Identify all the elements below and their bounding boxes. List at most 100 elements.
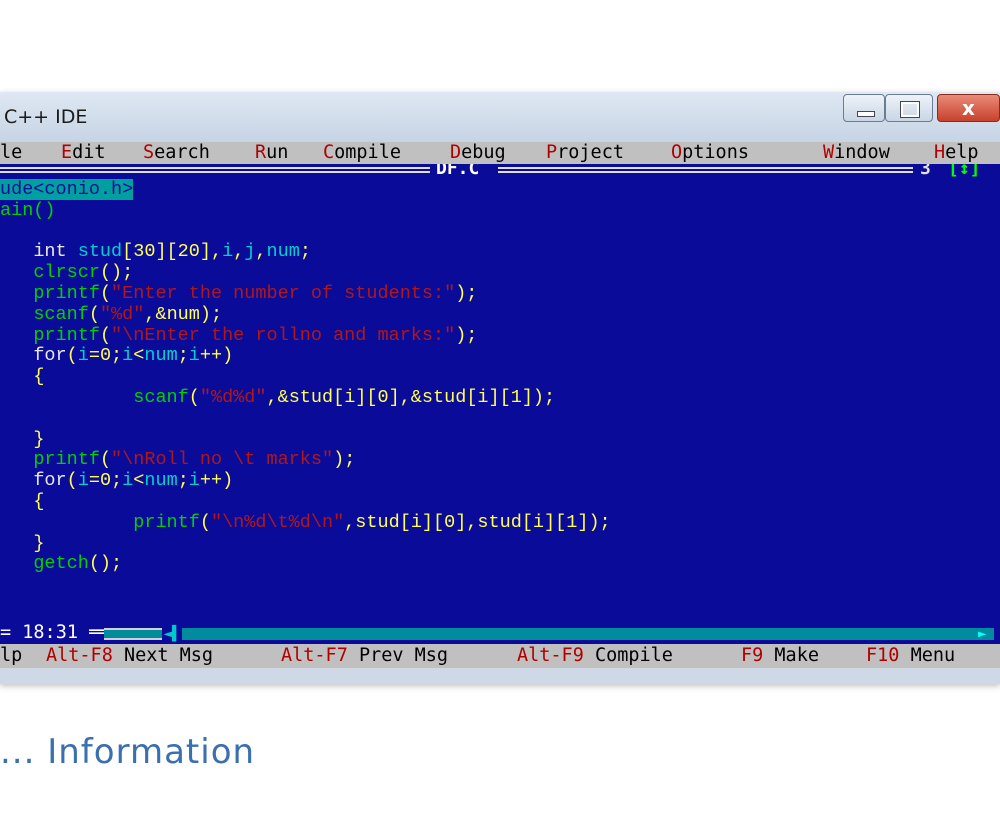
code-token: j (244, 241, 256, 263)
hint-compile[interactable]: Alt-F9 Compile (517, 644, 673, 668)
menu-debug[interactable]: Debug (450, 142, 506, 164)
source-code[interactable]: ude<conio.h> ain() int stud[30][20],i,j,n… (0, 179, 611, 575)
code-token: i (77, 345, 89, 367)
maximize-button[interactable] (885, 94, 933, 122)
hint-label: Next Msg (123, 645, 214, 666)
code-line[interactable]: { (0, 366, 611, 388)
code-line[interactable] (0, 222, 611, 243)
close-button[interactable]: x (937, 94, 1000, 122)
menu-hotkey: D (450, 142, 462, 163)
minimize-button[interactable] (843, 94, 885, 122)
menu-compile[interactable]: Compile (323, 142, 401, 164)
code-token: scanf (33, 303, 89, 325)
window-number: 3 (920, 164, 931, 179)
menu-edit[interactable]: Edit (61, 142, 106, 164)
hint-key: Alt-F8 (46, 645, 113, 666)
title-bar[interactable]: C++ IDE x (0, 92, 1000, 142)
menu-window[interactable]: Window (823, 142, 890, 164)
code-line[interactable] (0, 409, 611, 430)
menu-label: ompile (334, 142, 401, 163)
code-token: i (77, 470, 89, 492)
menu-file[interactable]: le (0, 142, 22, 164)
menu-label: indow (834, 142, 890, 163)
code-token: ); (199, 303, 223, 325)
menu-label: earch (154, 142, 210, 163)
code-token: { (33, 490, 45, 512)
close-icon: x (962, 96, 975, 120)
page-heading: ... Information (0, 732, 256, 772)
scroll-thumb[interactable]: ◄▌ (162, 626, 182, 642)
code-line[interactable]: printf("\nRoll no \t marks"); (0, 449, 611, 471)
menu-search[interactable]: Search (143, 142, 210, 164)
code-line[interactable]: clrscr(); (0, 262, 611, 284)
hint-next-msg[interactable]: Alt-F8 Next Msg (46, 644, 213, 668)
code-line[interactable]: ain() (0, 200, 611, 222)
menu-hotkey: P (546, 142, 558, 163)
menu-hotkey: W (823, 142, 835, 163)
menu-run[interactable]: Run (255, 142, 288, 164)
horizontal-scrollbar[interactable]: ◄▌ ► (104, 626, 994, 642)
hint-label: lp (0, 645, 23, 666)
menu-hotkey: R (255, 142, 267, 163)
code-token: clrscr (33, 262, 100, 284)
code-token: int (33, 241, 67, 263)
hint-menu[interactable]: F10 Menu (866, 644, 955, 668)
code-token: ++) (199, 470, 234, 492)
code-token: num (144, 470, 178, 492)
hint-key: F10 (866, 645, 900, 666)
code-line[interactable]: scanf("%d%d",&stud[i][0],&stud[i][1]); (0, 387, 611, 409)
code-token: for (33, 470, 67, 492)
code-line[interactable]: printf("Enter the number of students:"); (0, 282, 611, 305)
code-line[interactable]: } (0, 533, 611, 555)
menu-label: ebug (461, 142, 506, 163)
hint-key: F9 (741, 645, 764, 666)
code-token: ( (99, 449, 112, 471)
code-token: "Enter the number of students:" (111, 282, 456, 304)
code-line[interactable]: printf("\nEnter the rollno and marks:"); (0, 324, 611, 347)
zoom-icon[interactable]: [↕] (948, 164, 981, 179)
code-line[interactable]: printf("\n%d\t%d\n",stud[i][0],stud[i][1… (0, 512, 610, 534)
code-editor[interactable]: DF.C 3 [↕] ude<conio.h> ain() int stud[30… (0, 164, 1000, 622)
hint-help[interactable]: lp (0, 644, 22, 668)
scroll-right-arrow-icon[interactable]: ► (978, 626, 994, 642)
ide-window: C++ IDE x le Edit Search Run Compile Deb… (0, 92, 1000, 684)
code-line[interactable]: } (0, 429, 611, 451)
hint-make[interactable]: F9 Make (741, 644, 819, 668)
hint-prev-msg[interactable]: Alt-F7 Prev Msg (281, 644, 448, 668)
code-token: , (233, 241, 245, 263)
code-line[interactable]: for(i=0;i<num;i++) (0, 470, 611, 492)
menu-project[interactable]: Project (546, 142, 624, 164)
menu-label: un (266, 142, 289, 163)
menu-options[interactable]: Options (671, 142, 749, 164)
code-token: ; (299, 241, 311, 263)
code-token: , (210, 241, 223, 263)
code-token: printf (33, 324, 100, 346)
menu-help[interactable]: Help (934, 142, 979, 164)
code-token: for (33, 345, 67, 367)
code-token: ; (177, 345, 189, 367)
code-line[interactable]: getch(); (0, 553, 611, 575)
code-line[interactable]: ude<conio.h> (0, 179, 611, 201)
code-token: =0; (88, 470, 123, 492)
hint-label: Make (774, 645, 819, 666)
code-token: (); (88, 553, 123, 575)
code-token: { (33, 366, 45, 388)
menu-label: ptions (682, 142, 749, 163)
code-line[interactable]: for(i=0;i<num;i++) (0, 345, 611, 367)
code-line[interactable]: int stud[30][20],i,j,num; (0, 241, 611, 263)
code-token: ( (88, 303, 100, 325)
menu-hotkey: E (61, 142, 73, 163)
code-line[interactable]: { (0, 490, 611, 513)
code-line[interactable]: scanf("%d",&num); (0, 303, 611, 326)
code-token: ( (99, 324, 112, 346)
